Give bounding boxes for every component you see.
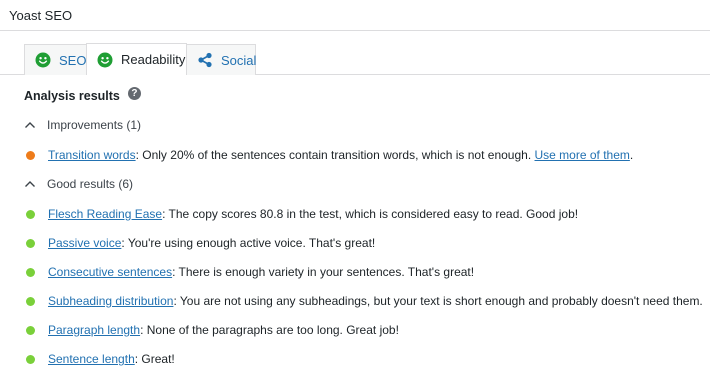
list-item: Consecutive sentences : There is enough … xyxy=(24,263,710,281)
tab-readability-label: Readability xyxy=(121,52,186,67)
result-text: : The copy scores 80.8 in the test, whic… xyxy=(162,207,579,221)
result-text: : Only 20% of the sentences contain tran… xyxy=(135,148,535,162)
smiley-icon xyxy=(97,52,113,67)
result-link[interactable]: Paragraph length xyxy=(48,323,140,337)
help-icon[interactable]: ? xyxy=(127,86,141,100)
chevron-up-icon xyxy=(25,122,35,128)
improvements-heading: Improvements (1) xyxy=(47,118,142,132)
tab-social[interactable]: Social xyxy=(186,44,256,75)
status-dot-green xyxy=(26,238,35,248)
result-link[interactable]: Sentence length xyxy=(48,352,135,366)
tab-bar: SEO Readability Social xyxy=(0,31,710,75)
result-text: : There is enough variety in your senten… xyxy=(172,265,475,279)
tab-seo[interactable]: SEO xyxy=(24,44,87,75)
status-dot-orange xyxy=(26,150,35,160)
good-results-list: Flesch Reading Ease : The copy scores 80… xyxy=(24,205,710,368)
share-icon xyxy=(198,52,212,68)
analysis-panel: Analysis results ? Improvements (1) Tran… xyxy=(0,86,710,368)
tab-seo-label: SEO xyxy=(59,52,87,68)
good-results-heading: Good results (6) xyxy=(47,177,134,191)
result-tail: . xyxy=(629,148,634,162)
result-text: : Great! xyxy=(134,352,175,366)
list-item: Transition words : Only 20% of the sente… xyxy=(24,146,710,164)
list-item: Passive voice : You're using enough acti… xyxy=(24,234,710,252)
list-item: Sentence length : Great! xyxy=(24,350,710,368)
status-dot-green xyxy=(26,267,35,277)
status-dot-green xyxy=(26,354,35,364)
status-dot-green xyxy=(26,296,35,306)
improvements-toggle[interactable]: Improvements (1) xyxy=(24,116,710,134)
tab-readability[interactable]: Readability xyxy=(86,43,187,75)
good-results-toggle[interactable]: Good results (6) xyxy=(24,175,710,193)
list-item: Subheading distribution : You are not us… xyxy=(24,292,710,310)
metabox-header: Yoast SEO xyxy=(0,0,710,31)
use-more-link[interactable]: Use more of them xyxy=(535,148,630,162)
result-text: : You are not using any subheadings, but… xyxy=(173,294,703,308)
smiley-icon xyxy=(35,52,51,68)
result-link[interactable]: Flesch Reading Ease xyxy=(48,207,162,221)
list-item: Paragraph length : None of the paragraph… xyxy=(24,321,710,339)
result-link[interactable]: Passive voice xyxy=(48,236,121,250)
chevron-up-icon xyxy=(25,181,35,187)
result-link[interactable]: Subheading distribution xyxy=(48,294,173,308)
metabox-title: Yoast SEO xyxy=(9,7,73,23)
status-dot-green xyxy=(26,325,35,335)
list-item: Flesch Reading Ease : The copy scores 80… xyxy=(24,205,710,223)
result-link[interactable]: Consecutive sentences xyxy=(48,265,172,279)
analysis-heading: Analysis results ? xyxy=(24,86,710,106)
analysis-title: Analysis results xyxy=(24,89,120,103)
improvements-list: Transition words : Only 20% of the sente… xyxy=(24,146,710,164)
result-text: : You're using enough active voice. That… xyxy=(121,236,376,250)
result-text: : None of the paragraphs are too long. G… xyxy=(140,323,399,337)
result-link[interactable]: Transition words xyxy=(48,148,136,162)
tab-social-label: Social xyxy=(221,52,257,68)
status-dot-green xyxy=(26,209,35,219)
